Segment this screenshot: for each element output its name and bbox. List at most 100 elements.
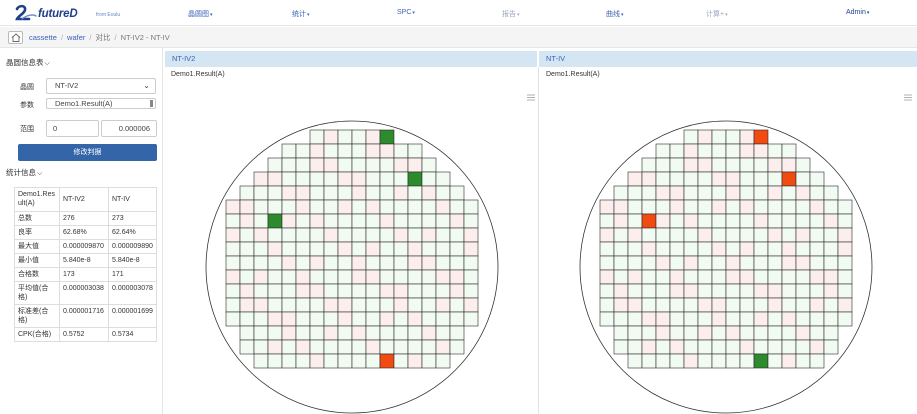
wafer-die[interactable] bbox=[421, 241, 437, 257]
wafer-die[interactable] bbox=[795, 297, 811, 313]
wafer-die[interactable] bbox=[669, 283, 685, 299]
wafer-die[interactable] bbox=[449, 283, 465, 299]
wafer-die[interactable] bbox=[309, 311, 325, 327]
wafer-die[interactable] bbox=[309, 255, 325, 271]
wafer-die[interactable] bbox=[365, 283, 381, 299]
wafer-die[interactable] bbox=[627, 353, 643, 369]
wafer-die[interactable] bbox=[435, 269, 451, 285]
wafer-die[interactable] bbox=[309, 297, 325, 313]
wafer-die[interactable] bbox=[781, 269, 797, 285]
wafer-die[interactable] bbox=[239, 269, 255, 285]
wafer-die[interactable] bbox=[407, 227, 423, 243]
wafer-die[interactable] bbox=[365, 227, 381, 243]
wafer-die[interactable] bbox=[337, 129, 353, 145]
wafer-die[interactable] bbox=[407, 325, 423, 341]
wafer-die[interactable] bbox=[225, 241, 241, 257]
wafer-die[interactable] bbox=[435, 353, 451, 369]
wafer-die[interactable] bbox=[351, 213, 367, 229]
wafer-die[interactable] bbox=[711, 311, 727, 327]
wafer-die[interactable] bbox=[683, 297, 699, 313]
wafer-die[interactable] bbox=[435, 297, 451, 313]
wafer-die[interactable] bbox=[683, 241, 699, 257]
wafer-die[interactable] bbox=[697, 311, 713, 327]
wafer-die[interactable] bbox=[407, 157, 423, 173]
wafer-die[interactable] bbox=[267, 283, 283, 299]
wafer-die[interactable] bbox=[281, 157, 297, 173]
wafer-die[interactable] bbox=[683, 255, 699, 271]
wafer-die[interactable] bbox=[351, 339, 367, 355]
nav-statistics[interactable]: 统计▾ bbox=[292, 9, 310, 19]
wafer-die[interactable] bbox=[407, 297, 423, 313]
wafer-die[interactable] bbox=[795, 213, 811, 229]
wafer-die[interactable] bbox=[393, 171, 409, 187]
wafer-die[interactable] bbox=[739, 353, 755, 369]
wafer-die[interactable] bbox=[365, 297, 381, 313]
wafer-die[interactable] bbox=[669, 171, 685, 187]
wafer-die[interactable] bbox=[753, 255, 769, 271]
wafer-die[interactable] bbox=[627, 311, 643, 327]
wafer-die[interactable] bbox=[725, 311, 741, 327]
wafer-die[interactable] bbox=[697, 283, 713, 299]
wafer-die[interactable] bbox=[365, 325, 381, 341]
wafer-die[interactable] bbox=[225, 269, 241, 285]
wafer-die[interactable] bbox=[337, 143, 353, 159]
wafer-die[interactable] bbox=[435, 185, 451, 201]
wafer-die[interactable] bbox=[767, 185, 783, 201]
wafer-die[interactable] bbox=[641, 269, 657, 285]
wafer-die[interactable] bbox=[267, 241, 283, 257]
wafer-die[interactable] bbox=[435, 213, 451, 229]
wafer-die[interactable] bbox=[781, 297, 797, 313]
wafer-die[interactable] bbox=[669, 157, 685, 173]
nav-curve[interactable]: 曲线▾ bbox=[606, 9, 624, 19]
wafer-die[interactable] bbox=[725, 171, 741, 187]
wafer-die[interactable] bbox=[309, 157, 325, 173]
wafer-die[interactable] bbox=[613, 241, 629, 257]
wafer-die[interactable] bbox=[627, 255, 643, 271]
wafer-die[interactable] bbox=[655, 283, 671, 299]
wafer-die[interactable] bbox=[655, 311, 671, 327]
wafer-die[interactable] bbox=[449, 199, 465, 215]
range-max-input[interactable]: 0.000006 bbox=[101, 120, 157, 137]
wafer-die[interactable] bbox=[739, 185, 755, 201]
wafer-die[interactable] bbox=[379, 129, 395, 145]
wafer-die[interactable] bbox=[683, 199, 699, 215]
wafer-die[interactable] bbox=[309, 199, 325, 215]
wafer-die[interactable] bbox=[669, 325, 685, 341]
wafer-die[interactable] bbox=[309, 185, 325, 201]
wafer-die[interactable] bbox=[683, 143, 699, 159]
wafer-die[interactable] bbox=[837, 255, 853, 271]
wafer-die[interactable] bbox=[725, 297, 741, 313]
wafer-die[interactable] bbox=[449, 213, 465, 229]
wafer-die[interactable] bbox=[295, 227, 311, 243]
wafer-die[interactable] bbox=[627, 269, 643, 285]
wafer-die[interactable] bbox=[739, 297, 755, 313]
wafer-die[interactable] bbox=[295, 269, 311, 285]
wafer-die[interactable] bbox=[351, 325, 367, 341]
wafer-die[interactable] bbox=[753, 213, 769, 229]
wafer-die[interactable] bbox=[295, 199, 311, 215]
wafer-die[interactable] bbox=[253, 297, 269, 313]
param-listbox[interactable]: Demo1.Result(A) bbox=[46, 98, 156, 109]
wafer-die[interactable] bbox=[379, 325, 395, 341]
wafer-die[interactable] bbox=[711, 143, 727, 159]
wafer-die[interactable] bbox=[337, 241, 353, 257]
wafer-die[interactable] bbox=[323, 311, 339, 327]
wafer-die[interactable] bbox=[323, 255, 339, 271]
wafer-die[interactable] bbox=[281, 255, 297, 271]
wafer-die[interactable] bbox=[795, 325, 811, 341]
wafer-die[interactable] bbox=[795, 171, 811, 187]
wafer-die[interactable] bbox=[295, 255, 311, 271]
wafer-die[interactable] bbox=[683, 353, 699, 369]
wafer-die[interactable] bbox=[753, 269, 769, 285]
wafer-die[interactable] bbox=[323, 325, 339, 341]
wafer-die[interactable] bbox=[463, 283, 479, 299]
wafer-die[interactable] bbox=[683, 325, 699, 341]
wafer-die[interactable] bbox=[253, 311, 269, 327]
wafer-die[interactable] bbox=[669, 297, 685, 313]
wafer-die[interactable] bbox=[669, 143, 685, 159]
wafer-die[interactable] bbox=[823, 227, 839, 243]
wafer-die[interactable] bbox=[823, 255, 839, 271]
wafer-die[interactable] bbox=[365, 269, 381, 285]
wafer-die[interactable] bbox=[767, 353, 783, 369]
wafer-die[interactable] bbox=[781, 311, 797, 327]
